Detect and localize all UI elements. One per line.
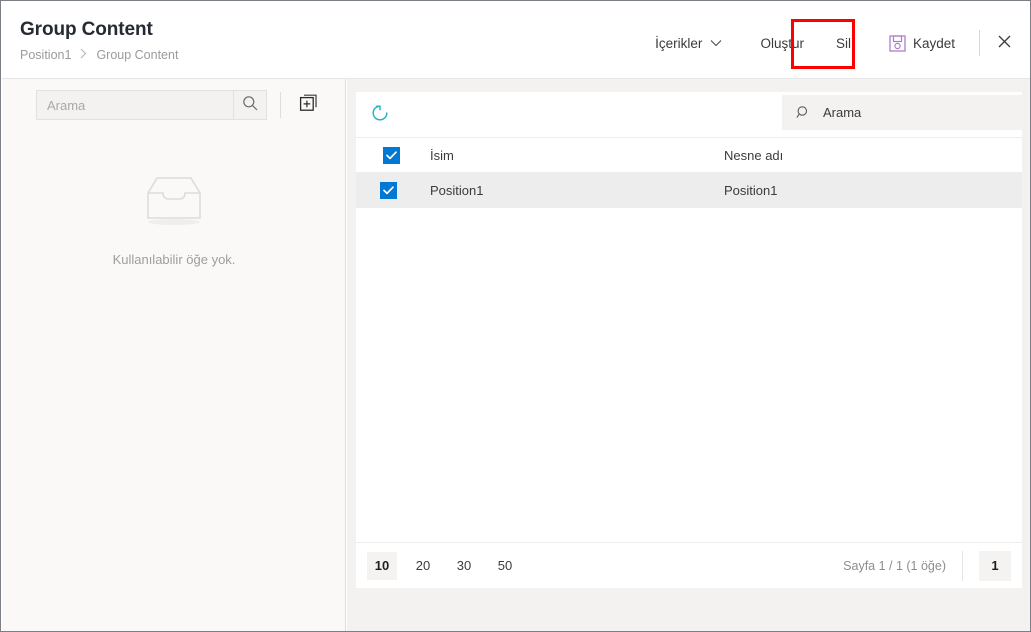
refresh-button[interactable] [368, 103, 392, 127]
page-size-20[interactable]: 20 [408, 552, 438, 580]
content-grid-card: İsim Nesne adı Position1 Position1 10 [356, 92, 1022, 588]
left-empty-state: Kullanılabilir öğe yok. [2, 173, 346, 267]
pagination-bar: 10 20 30 50 Sayfa 1 / 1 (1 öğe) 1 [356, 542, 1022, 588]
breadcrumb-item-parent[interactable]: Position1 [20, 48, 71, 62]
empty-tray-icon [2, 173, 346, 234]
pagination-divider [962, 551, 963, 581]
breadcrumb: Position1 Group Content [20, 48, 178, 62]
grid-search-box[interactable] [782, 95, 1022, 130]
page-size-10[interactable]: 10 [367, 552, 397, 580]
page-size-50[interactable]: 50 [490, 552, 520, 580]
table-header-row: İsim Nesne adı [356, 138, 1022, 173]
empty-state-message: Kullanılabilir öğe yok. [2, 252, 346, 267]
select-all-cell [356, 147, 430, 164]
left-toolbar-divider [280, 92, 281, 118]
title-block: Group Content Position1 Group Content [20, 19, 178, 62]
delete-button[interactable]: Sil [828, 30, 859, 56]
delete-button-label: Sil [836, 36, 851, 51]
close-button[interactable] [992, 30, 1017, 56]
right-panel: İsim Nesne adı Position1 Position1 10 [347, 79, 1031, 632]
page-size-30[interactable]: 30 [449, 552, 479, 580]
pagination-right: Sayfa 1 / 1 (1 öğe) 1 [843, 543, 1022, 589]
save-button-label: Kaydet [913, 36, 955, 51]
page-number-1[interactable]: 1 [979, 551, 1011, 581]
contents-dropdown[interactable]: İçerikler [647, 30, 730, 56]
left-search-box[interactable] [36, 90, 267, 120]
left-panel: Kullanılabilir öğe yok. [2, 79, 346, 632]
page-title: Group Content [20, 19, 178, 41]
create-button[interactable]: Oluştur [752, 30, 812, 56]
grid-search-input[interactable] [823, 105, 1022, 120]
pagination-info: Sayfa 1 / 1 (1 öğe) [843, 559, 946, 573]
row-select-cell [356, 182, 430, 199]
chevron-down-icon [710, 39, 722, 47]
add-item-icon [299, 93, 318, 117]
search-icon [796, 105, 811, 120]
toolbar-divider [979, 30, 980, 56]
page-size-options: 10 20 30 50 [356, 552, 531, 580]
left-search-row [36, 90, 321, 120]
column-header-object-name[interactable]: Nesne adı [724, 148, 1022, 163]
create-button-label: Oluştur [760, 36, 804, 51]
table-row[interactable]: Position1 Position1 [356, 173, 1022, 208]
grid-toolbar [356, 92, 1022, 138]
contents-dropdown-label: İçerikler [655, 36, 702, 51]
breadcrumb-item-current[interactable]: Group Content [96, 48, 178, 62]
breadcrumb-separator-icon [80, 48, 87, 62]
add-item-button[interactable] [295, 92, 321, 118]
group-content-window: Group Content Position1 Group Content İç… [0, 0, 1031, 632]
left-search-input[interactable] [37, 91, 233, 119]
cell-name: Position1 [430, 183, 724, 198]
cell-object-name: Position1 [724, 183, 1022, 198]
column-header-name[interactable]: İsim [430, 148, 724, 163]
header-toolbar: İçerikler Oluştur Sil [647, 30, 1017, 56]
refresh-icon [370, 103, 390, 128]
search-icon [242, 95, 258, 116]
select-all-checkbox[interactable] [383, 147, 400, 164]
save-button[interactable]: Kaydet [881, 30, 963, 56]
close-icon [998, 35, 1011, 51]
row-checkbox[interactable] [380, 182, 397, 199]
window-header: Group Content Position1 Group Content İç… [2, 2, 1031, 79]
floppy-disk-icon [889, 35, 906, 52]
left-search-button[interactable] [233, 91, 266, 119]
